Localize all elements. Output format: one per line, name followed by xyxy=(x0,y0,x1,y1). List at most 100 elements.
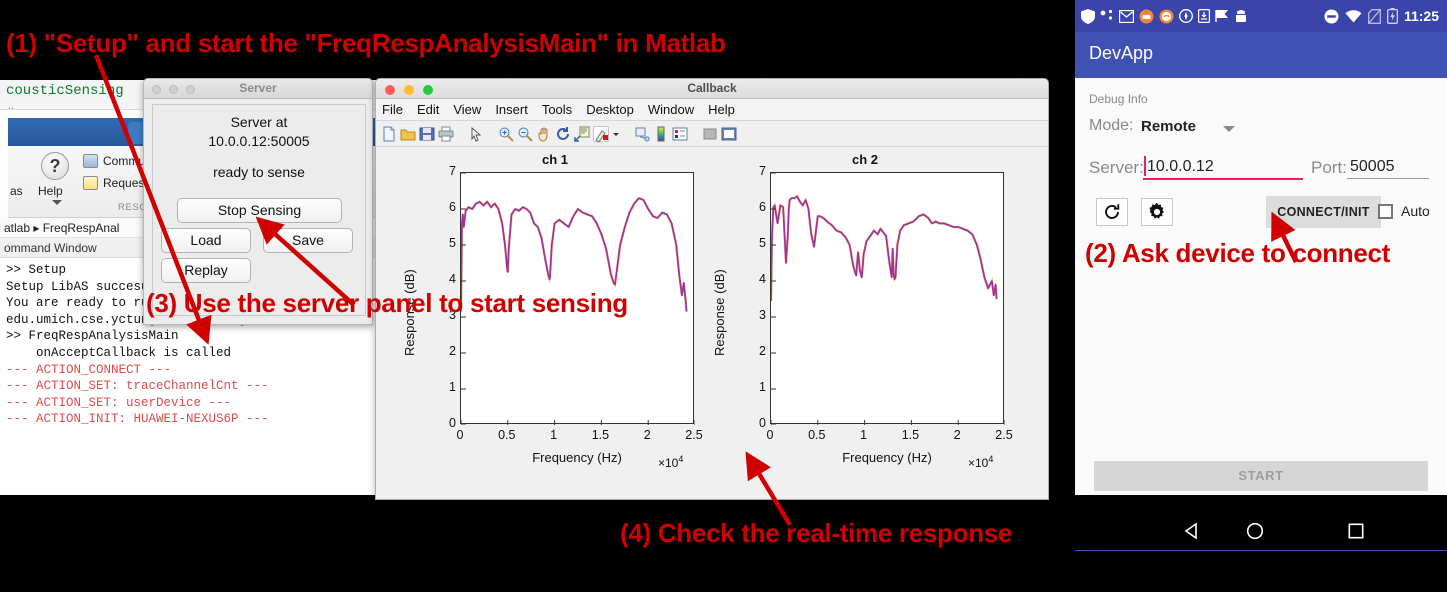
zoom-out-icon[interactable] xyxy=(517,126,533,142)
x-tick-label: 2.5 xyxy=(995,428,1013,442)
mode-value[interactable]: Remote xyxy=(1141,118,1196,135)
mode-label: Mode: xyxy=(1089,117,1134,134)
menu-item-insert[interactable]: Insert xyxy=(495,102,528,117)
pointer-icon[interactable] xyxy=(468,126,484,142)
app-title: DevApp xyxy=(1089,43,1154,63)
rotate-3d-icon[interactable] xyxy=(555,126,571,142)
pan-icon[interactable] xyxy=(536,126,552,142)
console-line: --- ACTION_SET: traceChannelCnt --- xyxy=(6,379,269,394)
zoom-in-icon[interactable] xyxy=(498,126,514,142)
download-icon xyxy=(1198,9,1210,23)
android-navigation-bar xyxy=(1075,513,1447,550)
request-support-icon[interactable] xyxy=(83,176,98,190)
chevron-down-icon[interactable] xyxy=(1223,126,1235,132)
y-tick-label: 7 xyxy=(449,164,456,178)
server-status-text: ready to sense xyxy=(213,164,305,180)
new-figure-icon[interactable] xyxy=(381,126,397,142)
server-input[interactable]: 10.0.0.12 xyxy=(1147,158,1214,176)
x-tick-label: 1 xyxy=(860,428,868,442)
menu-item-file[interactable]: File xyxy=(382,102,403,117)
server-window-title: Server xyxy=(239,81,277,95)
annotation-4: (4) Check the real-time response xyxy=(620,518,1013,548)
server-input-underline xyxy=(1143,178,1303,180)
x-tick-label: 1 xyxy=(550,428,558,442)
hide-plot-tools-icon[interactable] xyxy=(702,126,718,142)
ribbon-help-label[interactable]: Help xyxy=(38,184,63,198)
home-nav-icon[interactable] xyxy=(1246,522,1264,540)
colorbar-icon[interactable] xyxy=(653,126,669,142)
recents-nav-icon[interactable] xyxy=(1347,522,1365,540)
callback-titlebar[interactable]: Callback xyxy=(376,79,1048,99)
android-status-bar: 11:25 xyxy=(1075,0,1447,32)
x-tick-label: 0 xyxy=(456,428,464,442)
settings-button[interactable] xyxy=(1141,198,1173,226)
load-button[interactable]: Load xyxy=(161,228,251,253)
console-line: --- ACTION_SET: userDevice --- xyxy=(6,395,232,410)
link-plot-icon[interactable] xyxy=(634,126,650,142)
menu-item-help[interactable]: Help xyxy=(708,102,735,117)
y-tick-label: 2 xyxy=(449,344,456,358)
help-icon[interactable]: ? xyxy=(41,152,69,180)
x-tick-label: 0 xyxy=(766,428,774,442)
x-tick-label: 2 xyxy=(953,428,961,442)
y-tick-label: 5 xyxy=(449,236,456,250)
y-tick-label: 1 xyxy=(759,380,766,394)
console-line: >> FreqRespAnalysisMain xyxy=(6,329,179,344)
annotation-1: (1) "Setup" and start the "FreqRespAnaly… xyxy=(6,28,726,58)
screenshot-root: cousticSensing .. as ? Help Commun Reque… xyxy=(0,0,1447,592)
console-line: --- ACTION_CONNECT --- xyxy=(6,362,172,377)
legend-icon[interactable] xyxy=(672,126,688,142)
y-tick-label: 4 xyxy=(759,272,766,286)
server-address-value: 10.0.0.12:50005 xyxy=(208,133,310,149)
chevron-down-icon[interactable] xyxy=(52,200,62,205)
replay-button[interactable]: Replay xyxy=(161,258,251,283)
start-button[interactable]: START xyxy=(1094,461,1428,491)
y-tick-label: 5 xyxy=(759,236,766,250)
axis-ticks xyxy=(771,173,1005,425)
brush-icon[interactable] xyxy=(593,125,609,143)
data-cursor-icon[interactable] xyxy=(574,126,590,142)
menu-item-edit[interactable]: Edit xyxy=(417,102,439,117)
server-panel: Server at 10.0.0.12:50005 ready to sense… xyxy=(152,104,366,316)
print-icon[interactable] xyxy=(438,126,454,142)
menu-item-view[interactable]: View xyxy=(453,102,481,117)
menu-item-window[interactable]: Window xyxy=(648,102,694,117)
do-not-disturb-icon xyxy=(1324,9,1339,24)
location-icon xyxy=(1179,9,1193,23)
save-button[interactable]: Save xyxy=(263,228,353,253)
show-plot-tools-icon[interactable] xyxy=(721,126,737,142)
y-tick-label: 6 xyxy=(449,200,456,214)
ribbon-request-label[interactable]: Request xyxy=(103,176,148,190)
port-input[interactable]: 50005 xyxy=(1350,158,1395,176)
x-tick-label: 0.5 xyxy=(498,428,516,442)
callback-window-title: Callback xyxy=(687,81,737,95)
server-titlebar[interactable]: Server xyxy=(144,79,372,99)
android-phone-screenshot: 11:25 DevApp Debug Info Mode: Remote Ser… xyxy=(1075,0,1447,592)
brush-dropdown-icon[interactable] xyxy=(612,126,620,142)
y-tick-label: 2 xyxy=(759,344,766,358)
community-icon[interactable] xyxy=(83,154,98,168)
server-at-label: Server at xyxy=(230,114,288,130)
connect-init-button[interactable]: CONNECT/INIT xyxy=(1266,196,1381,228)
server-label: Server: xyxy=(1089,158,1144,177)
chart-ch1: ch 1 Response (dB) 0 1 2 3 4 5 6 7 0 0.5 1 1.5 2 2.5 Fre… xyxy=(400,148,710,498)
orange-app-icon xyxy=(1139,9,1154,24)
battery-icon xyxy=(1387,8,1398,24)
menu-item-desktop[interactable]: Desktop xyxy=(586,102,634,117)
wifi-icon xyxy=(1345,9,1362,23)
menu-item-tools[interactable]: Tools xyxy=(542,102,572,117)
save-icon[interactable] xyxy=(419,126,435,142)
no-sim-icon xyxy=(1368,8,1381,24)
nav-accent-line xyxy=(1075,550,1447,551)
server-input-caret xyxy=(1144,156,1146,176)
refresh-button[interactable] xyxy=(1096,198,1128,226)
back-nav-icon[interactable] xyxy=(1183,522,1201,540)
stop-sensing-button[interactable]: Stop Sensing xyxy=(177,198,342,223)
y-tick-label: 7 xyxy=(759,164,766,178)
x-axis-exponent: ×104 xyxy=(968,454,994,470)
auto-checkbox[interactable] xyxy=(1378,204,1393,219)
open-folder-icon[interactable] xyxy=(400,126,416,142)
y-tick-label: 6 xyxy=(759,200,766,214)
matlab-editor-tab-label[interactable]: cousticSensing xyxy=(6,83,124,99)
callback-menubar: File Edit View Insert Tools Desktop Window Help xyxy=(376,99,1048,121)
